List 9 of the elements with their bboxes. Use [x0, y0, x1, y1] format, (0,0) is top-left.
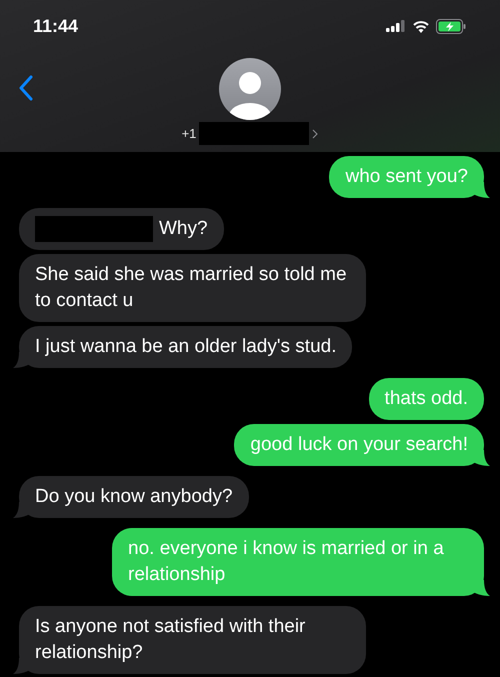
- contact-number[interactable]: +1: [182, 122, 318, 145]
- wifi-icon: [412, 20, 430, 32]
- chevron-icon: [312, 128, 318, 138]
- sent-message: thats odd.: [368, 378, 484, 420]
- battery-charging-icon: [436, 18, 466, 34]
- status-time: 11:44: [33, 16, 78, 36]
- received-message: Why?: [19, 208, 224, 250]
- received-message: She said she was married so told me to contact u: [19, 254, 366, 322]
- signal-icon: [386, 20, 406, 32]
